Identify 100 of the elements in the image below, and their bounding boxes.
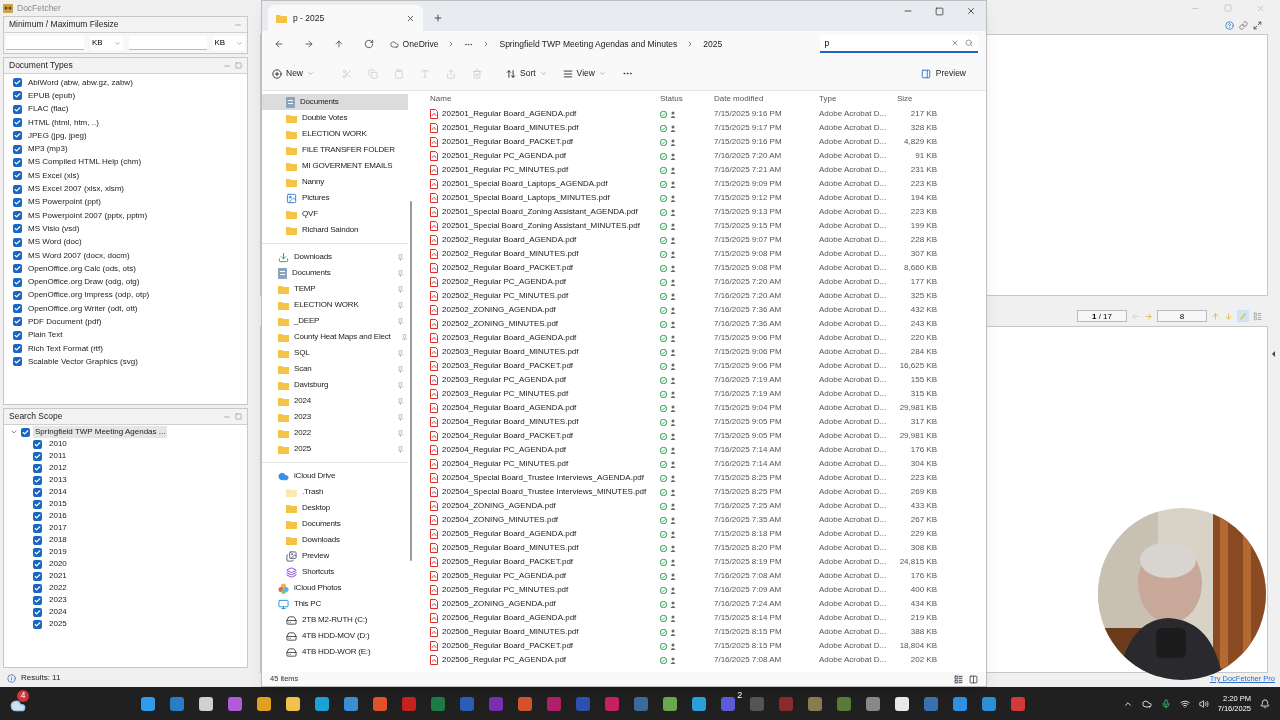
nav-item[interactable]: Nanny [262, 174, 408, 190]
checkbox[interactable] [13, 344, 22, 354]
file-row[interactable]: 202506_Regular Board_PACKET.pdf 7/15/2025 8:15 PM Adobe Acrobat D... 18,804 KB [428, 639, 986, 653]
nav-item[interactable]: Pictures [262, 190, 408, 206]
nav-item[interactable]: Scan [262, 361, 408, 377]
checkbox[interactable] [13, 171, 22, 181]
nav-item[interactable]: Downloads [262, 532, 408, 548]
nav-item[interactable]: ELECTION WORK [262, 126, 408, 142]
nav-item[interactable]: 2TB M2-RUTH (C:) [262, 612, 408, 628]
nav-item[interactable]: iCloud Drive [262, 468, 408, 484]
notification-icon[interactable] [1260, 698, 1270, 709]
checkbox[interactable] [13, 251, 22, 260]
scrollbar[interactable] [410, 201, 412, 561]
refresh-icon[interactable] [363, 39, 374, 49]
checkbox[interactable] [13, 78, 22, 88]
help-icon[interactable] [1225, 20, 1234, 30]
nav-item[interactable]: TEMP [262, 281, 408, 297]
nav-item[interactable]: 2025 [262, 441, 408, 457]
file-row[interactable]: 202506_Regular PC_AGENDA.pdf 7/16/2025 7:08 AM Adobe Acrobat D... 202 KB [428, 653, 986, 667]
file-row[interactable]: 202505_Regular PC_AGENDA.pdf 7/16/2025 7:08 AM Adobe Acrobat D... 176 KB [428, 569, 986, 583]
tree-item[interactable]: Springfield TWP Meeting Agendas ... [33, 426, 168, 438]
checkbox[interactable] [13, 131, 22, 141]
file-row[interactable]: 202503_Regular Board_MINUTES.pdf 7/15/2025 9:06 PM Adobe Acrobat D... 284 KB [428, 345, 986, 359]
tab[interactable]: p - 2025 [268, 5, 423, 31]
tree-item[interactable]: 2023 [47, 594, 69, 606]
nav-item[interactable]: Documents [262, 94, 408, 110]
checkbox[interactable] [33, 595, 42, 605]
maximize-icon[interactable] [935, 6, 944, 16]
forward-icon[interactable] [303, 39, 314, 49]
file-row[interactable]: 202502_Regular Board_AGENDA.pdf 7/15/2025 9:07 PM Adobe Acrobat D... 228 KB [428, 233, 986, 247]
file-row[interactable]: 202501_Regular PC_AGENDA.pdf 7/16/2025 7:20 AM Adobe Acrobat D... 91 KB [428, 149, 986, 163]
tree-item[interactable]: 2018 [47, 534, 69, 546]
file-row[interactable]: 202502_ZONING_MINUTES.pdf 7/16/2025 7:36 AM Adobe Acrobat D... 243 KB [428, 317, 986, 331]
file-row[interactable]: 202505_Regular Board_AGENDA.pdf 7/15/2025 8:18 PM Adobe Acrobat D... 229 KB [428, 527, 986, 541]
nav-item[interactable]: Documents [262, 265, 408, 281]
checkbox[interactable] [33, 499, 42, 509]
checkbox[interactable] [33, 607, 42, 617]
file-row[interactable]: 202501_Special Board_Zoning Assistant_MINUTES.pdf 7/15/2025 9:15 PM Adobe Acrobat D... 199 KB [428, 219, 986, 233]
file-row[interactable]: 202504_Special Board_Trustee Interviews_AGENDA.pdf 7/15/2025 8:25 PM Adobe Acrobat D... 223 KB [428, 471, 986, 485]
nav-item[interactable]: .Trash [262, 484, 408, 500]
checkbox[interactable] [13, 184, 22, 194]
checkbox[interactable] [13, 197, 22, 207]
tree-item[interactable]: 2016 [47, 510, 69, 522]
back-icon[interactable] [274, 39, 284, 49]
file-row[interactable]: 202501_Regular Board_AGENDA.pdf 7/15/2025 9:16 PM Adobe Acrobat D... 217 KB [428, 107, 986, 121]
details-view-icon[interactable] [954, 674, 963, 684]
file-row[interactable]: 202504_Regular Board_AGENDA.pdf 7/15/2025 9:04 PM Adobe Acrobat D... 29,981 KB [428, 401, 986, 415]
checkbox[interactable] [33, 523, 42, 533]
tree-item[interactable]: 2013 [47, 474, 69, 486]
nav-item[interactable]: MI GOVERMENT EMAILS [262, 158, 408, 174]
file-row[interactable]: 202505_ZONING_AGENDA.pdf 7/16/2025 7:24 AM Adobe Acrobat D... 434 KB [428, 597, 986, 611]
view-button[interactable]: View [562, 67, 606, 80]
file-row[interactable]: 202503_Regular PC_AGENDA.pdf 7/16/2025 7:19 AM Adobe Acrobat D... 155 KB [428, 373, 986, 387]
unit-dropdown[interactable]: KB [90, 36, 123, 50]
checkbox[interactable] [33, 547, 42, 557]
tree-item[interactable]: 2015 [47, 498, 69, 510]
checkbox[interactable] [13, 211, 22, 221]
tree-item[interactable]: 2010 [47, 438, 69, 450]
tree-item[interactable]: 2022 [47, 582, 69, 594]
tree-item[interactable]: 2019 [47, 546, 69, 558]
checkbox[interactable] [33, 487, 42, 497]
breadcrumb-item[interactable]: Springfield TWP Meeting Agendas and Minutes [499, 37, 678, 51]
checkbox[interactable] [13, 277, 22, 287]
up-icon[interactable] [333, 39, 344, 49]
nav-item[interactable]: QVF [262, 206, 408, 222]
nav-item[interactable]: This PC [262, 596, 408, 612]
tree-item[interactable]: 2014 [47, 486, 69, 498]
nav-item[interactable]: Shortcuts [262, 564, 408, 580]
file-row[interactable]: 202506_Regular Board_AGENDA.pdf 7/15/2025 8:14 PM Adobe Acrobat D... 219 KB [428, 611, 986, 625]
file-row[interactable]: 202505_Regular PC_MINUTES.pdf 7/16/2025 7:09 AM Adobe Acrobat D... 400 KB [428, 583, 986, 597]
checkbox[interactable] [33, 463, 42, 473]
checkbox[interactable] [33, 619, 42, 629]
column-header[interactable]: Size [897, 93, 937, 105]
file-row[interactable]: 202502_Regular PC_MINUTES.pdf 7/16/2025 7:20 AM Adobe Acrobat D... 325 KB [428, 289, 986, 303]
nav-item[interactable]: Double Votes [262, 110, 408, 126]
column-header[interactable]: Date modified [714, 93, 819, 105]
collapse-handle-icon[interactable] [1271, 350, 1275, 357]
nav-item[interactable]: Documents [262, 516, 408, 532]
checkbox[interactable] [33, 535, 42, 545]
tree-item[interactable]: 2025 [47, 618, 69, 630]
breadcrumb-item[interactable]: OneDrive [402, 37, 439, 51]
checkbox[interactable] [33, 583, 42, 593]
clear-icon[interactable] [950, 39, 959, 47]
file-row[interactable]: 202501_Regular Board_PACKET.pdf 7/15/2025 9:16 PM Adobe Acrobat D... 4,829 KB [428, 135, 986, 149]
file-row[interactable]: 202501_Special Board_Laptops_AGENDA.pdf 7/15/2025 9:09 PM Adobe Acrobat D... 223 KB [428, 177, 986, 191]
nav-item[interactable]: 4TB HDD-MOV (D:) [262, 628, 408, 644]
checkbox[interactable] [13, 224, 22, 234]
tree-item[interactable]: 2011 [47, 450, 69, 462]
checkbox[interactable] [33, 571, 42, 581]
column-header[interactable]: Status [660, 93, 714, 105]
tree-item[interactable]: 2020 [47, 558, 69, 570]
nav-item[interactable]: Downloads [262, 249, 408, 265]
file-row[interactable]: 202504_Regular PC_MINUTES.pdf 7/16/2025 7:14 AM Adobe Acrobat D... 304 KB [428, 457, 986, 471]
tree-item[interactable]: 2012 [47, 462, 69, 474]
new-button[interactable]: New [272, 67, 314, 80]
file-row[interactable]: 202504_Regular PC_AGENDA.pdf 7/16/2025 7:14 AM Adobe Acrobat D... 176 KB [428, 443, 986, 457]
nav-item[interactable]: Richard Saindon [262, 222, 408, 238]
checkbox[interactable] [33, 475, 42, 485]
checkbox[interactable] [13, 237, 22, 247]
file-row[interactable]: 202501_Regular PC_MINUTES.pdf 7/16/2025 7:21 AM Adobe Acrobat D... 231 KB [428, 163, 986, 177]
